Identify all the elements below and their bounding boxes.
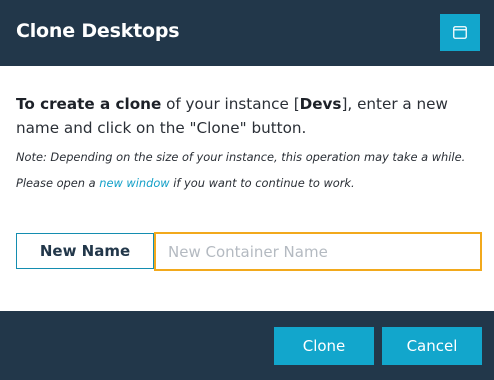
description-text-1: of your instance [ — [161, 95, 300, 113]
window-icon — [453, 26, 467, 39]
new-window-link[interactable]: new window — [99, 176, 169, 190]
clone-desktops-dialog: Clone Desktops To create a clone of your… — [0, 0, 494, 380]
note-text-2: if you want to continue to work. — [169, 176, 355, 190]
dialog-footer: Clone Cancel — [0, 311, 494, 380]
new-name-label: New Name — [16, 233, 154, 269]
dialog-title: Clone Desktops — [16, 20, 180, 42]
clone-note: Note: Depending on the size of your inst… — [16, 144, 488, 196]
new-container-name-input[interactable] — [154, 232, 482, 271]
dialog-body: To create a clone of your instance [Devs… — [0, 66, 494, 311]
instance-name: Devs — [299, 95, 342, 113]
open-window-button[interactable] — [440, 14, 480, 51]
cancel-button[interactable]: Cancel — [382, 327, 482, 365]
description-bold-intro: To create a clone — [16, 95, 162, 113]
clone-description: To create a clone of your instance [Devs… — [16, 92, 486, 140]
dialog-header: Clone Desktops — [0, 0, 494, 66]
clone-button[interactable]: Clone — [274, 327, 374, 365]
